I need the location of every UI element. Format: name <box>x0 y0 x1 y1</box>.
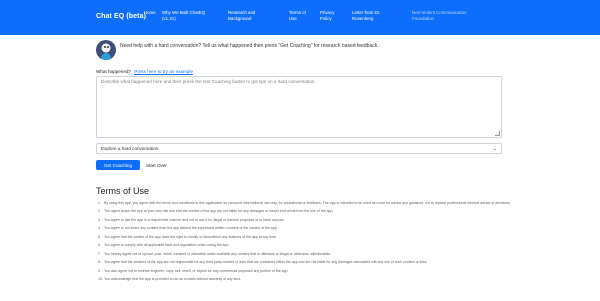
get-coaching-button[interactable]: Get Coaching <box>96 160 140 170</box>
brand-title[interactable]: Chat EQ (beta) <box>96 13 146 20</box>
chevron-down-icon: ⌄ <box>492 146 497 152</box>
nav-privacy[interactable]: Privacy Policy <box>320 10 334 21</box>
what-happened-textarea[interactable]: Describe what happened here and then pre… <box>96 76 502 138</box>
terms-item: 3. You agree to use the app in a responsi… <box>98 217 285 222</box>
textarea-placeholder: Describe what happened here and then pre… <box>101 79 316 84</box>
conversation-type-select[interactable]: Explore a hard conversation ⌄ <box>96 143 502 154</box>
terms-item: 9. You also agree not to reverse engineer… <box>98 268 289 273</box>
nav-terms[interactable]: Terms of Use <box>289 10 306 21</box>
terms-item: 5. You agree that the creator of the app … <box>98 234 277 239</box>
terms-item: 8. You agree that the creators of the app… <box>98 260 428 265</box>
nav-nvc-line1: Non-Violent Communication <box>412 10 467 15</box>
terms-item: 2. The agent scope the app at your own ri… <box>98 209 334 214</box>
nav-terms-line1: Terms of <box>289 10 306 15</box>
nav-nvc-line2: Foundation <box>412 15 434 21</box>
terms-list: 1. By using this app, you agree with the … <box>98 201 514 286</box>
nav-letter[interactable]: Letter from Dr. Rosenberg <box>352 10 380 21</box>
nav-home-label: Home <box>144 10 156 15</box>
nav-why-we-built[interactable]: Why We Built ChatEQ (v1.21) <box>162 10 205 21</box>
nav-privacy-line1: Privacy <box>320 10 335 15</box>
resize-handle-icon[interactable] <box>495 131 500 136</box>
terms-heading: Terms of Use <box>96 186 150 196</box>
what-happened-label-row: What happened? Press here to try an exam… <box>96 69 193 74</box>
intro-section: Need help with a hard conversation? Tell… <box>96 40 516 62</box>
terms-item: 6. You agree to comply with all applicabl… <box>98 243 230 248</box>
nav-home[interactable]: Home <box>144 10 156 16</box>
intro-text: Need help with a hard conversation? Tell… <box>120 43 379 49</box>
start-over-button[interactable]: Start Over <box>146 160 167 170</box>
try-example-link[interactable]: Press here to try an example <box>134 69 193 74</box>
terms-item: 1. By using this app, you agree with the … <box>98 201 511 205</box>
nav-research-line2: Background <box>228 15 252 21</box>
nav-research[interactable]: Research and Background <box>228 10 255 21</box>
terms-item: 7. You hereby agree not to upload, post, … <box>98 251 332 256</box>
nav-nvc-foundation[interactable]: Non-Violent Communication Foundation <box>412 10 467 21</box>
nav-why-we-built-label: Why We Built ChatEQ <box>162 10 206 15</box>
coach-avatar <box>96 40 116 60</box>
top-navbar: Chat EQ (beta) Home Why We Built ChatEQ … <box>0 0 600 35</box>
terms-item: 4. You agree to not share any content fro… <box>98 226 278 231</box>
nav-research-line1: Research and <box>228 10 256 15</box>
nav-privacy-line2: Policy <box>320 15 332 21</box>
nav-letter-line2: Rosenberg <box>352 15 374 21</box>
what-happened-label: What happened? <box>96 69 131 74</box>
nav-terms-line2: Use <box>289 15 297 21</box>
terms-item: 10. You acknowledge that the app is provi… <box>98 277 242 282</box>
nav-why-we-built-version: (v1.21) <box>162 15 176 21</box>
select-value: Explore a hard conversation <box>101 146 159 151</box>
nav-letter-line1: Letter from Dr. <box>352 10 381 15</box>
